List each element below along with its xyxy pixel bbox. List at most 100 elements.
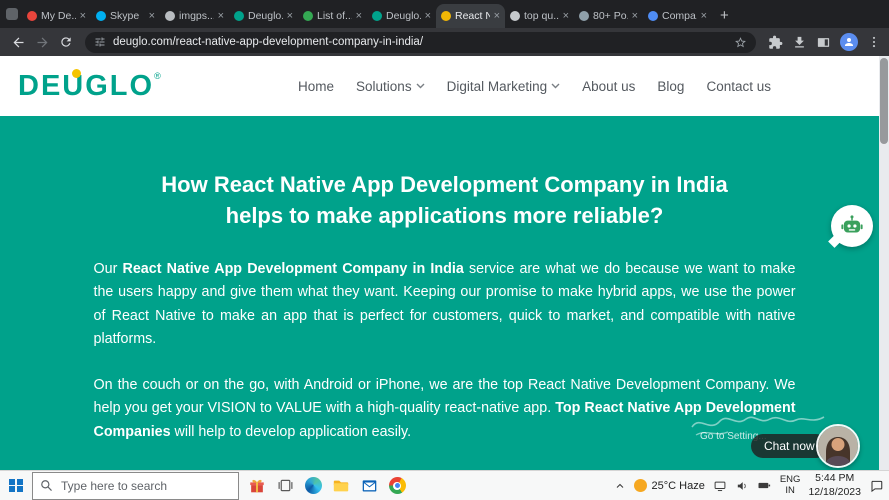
tab-my-de[interactable]: My De... × bbox=[22, 4, 91, 28]
page-scrollbar[interactable] bbox=[879, 56, 889, 470]
nav-item-blog[interactable]: Blog bbox=[657, 79, 684, 94]
tab-imgps[interactable]: imgps... × bbox=[160, 4, 229, 28]
weather-widget[interactable]: 25°C Haze bbox=[633, 479, 705, 492]
tab-favicon bbox=[510, 11, 520, 21]
close-icon[interactable]: × bbox=[356, 10, 362, 22]
scrollbar-thumb[interactable] bbox=[880, 58, 888, 144]
back-icon[interactable] bbox=[8, 32, 28, 52]
windows-taskbar: 25°C Haze ENG IN 5:44 PM 12/18/2023 bbox=[0, 470, 889, 500]
tab-favicon bbox=[372, 11, 382, 21]
deuglo-logo[interactable]: DEUGLO® bbox=[18, 68, 163, 101]
forward-icon[interactable] bbox=[32, 32, 52, 52]
gift-app-icon[interactable] bbox=[246, 475, 268, 497]
close-icon[interactable]: × bbox=[563, 10, 569, 22]
system-tray: 25°C Haze ENG IN 5:44 PM 12/18/2023 bbox=[614, 472, 889, 498]
date-text: 12/18/2023 bbox=[808, 485, 861, 498]
mail-app-icon[interactable] bbox=[358, 475, 380, 497]
menu-kebab-icon[interactable] bbox=[867, 35, 881, 49]
toolbar-actions bbox=[765, 33, 881, 51]
tab-deuglo-1[interactable]: Deuglo... × bbox=[229, 4, 298, 28]
edge-browser-icon[interactable] bbox=[302, 475, 324, 497]
start-button[interactable] bbox=[0, 471, 32, 500]
tab-80-po[interactable]: 80+ Po... × bbox=[574, 4, 643, 28]
refresh-icon[interactable] bbox=[56, 32, 76, 52]
paragraph-text: will help to develop application easily. bbox=[170, 423, 412, 440]
language-line1: ENG bbox=[779, 473, 801, 485]
close-icon[interactable]: × bbox=[80, 10, 86, 22]
nav-label: Blog bbox=[657, 78, 685, 94]
nav-item-solutions[interactable]: Solutions bbox=[356, 79, 425, 94]
site-controls-icon[interactable] bbox=[94, 36, 106, 48]
url-text[interactable]: deuglo.com/react-native-app-development-… bbox=[113, 36, 727, 48]
taskbar-search[interactable] bbox=[32, 471, 239, 500]
site-header: DEUGLO® Home Solutions Digital Marketing… bbox=[0, 56, 889, 116]
side-panel-icon[interactable] bbox=[816, 35, 831, 50]
paragraph-2: On the couch or on the go, with Android … bbox=[94, 374, 796, 444]
nav-item-home[interactable]: Home bbox=[298, 79, 334, 94]
extensions-puzzle-icon[interactable] bbox=[768, 35, 783, 50]
paragraph-bold-text: React Native App Development Company in … bbox=[122, 261, 464, 277]
language-line2: IN bbox=[785, 484, 795, 496]
address-bar[interactable]: deuglo.com/react-native-app-development-… bbox=[85, 31, 756, 53]
tab-label: List of... bbox=[317, 10, 352, 22]
browser-tab-strip: My De... × Skype × imgps... × Deuglo... … bbox=[0, 0, 889, 28]
task-view-icon[interactable] bbox=[274, 475, 296, 497]
new-tab-button[interactable]: + bbox=[720, 8, 729, 23]
chatbot-launcher-button[interactable] bbox=[831, 205, 873, 247]
page-title-line2: helps to make applications more reliable… bbox=[225, 203, 664, 228]
tab-react-native-active[interactable]: React N... × bbox=[436, 4, 505, 28]
action-center-icon[interactable] bbox=[869, 478, 884, 493]
tab-skype[interactable]: Skype × bbox=[91, 4, 160, 28]
display-icon[interactable] bbox=[713, 479, 727, 493]
nav-item-about-us[interactable]: About us bbox=[582, 79, 635, 94]
tab-deuglo-2[interactable]: Deuglo... × bbox=[367, 4, 436, 28]
tab-label: 80+ Po... bbox=[593, 10, 628, 22]
taskbar-pinned-apps bbox=[246, 475, 408, 497]
close-icon[interactable]: × bbox=[218, 10, 224, 22]
taskbar-clock[interactable]: 5:44 PM 12/18/2023 bbox=[808, 472, 861, 498]
bookmark-star-icon[interactable] bbox=[734, 36, 747, 49]
nav-label: Home bbox=[298, 78, 335, 94]
tab-favicon bbox=[648, 11, 658, 21]
nav-label: Digital Marketing bbox=[446, 78, 548, 94]
browser-toolbar: deuglo.com/react-native-app-development-… bbox=[0, 28, 889, 56]
screen: My De... × Skype × imgps... × Deuglo... … bbox=[0, 0, 889, 500]
tab-label: top qu... bbox=[524, 10, 559, 22]
tab-compa[interactable]: Compa... × bbox=[643, 4, 712, 28]
language-indicator[interactable]: ENG IN bbox=[779, 473, 801, 497]
tab-label: React N... bbox=[455, 10, 490, 22]
close-icon[interactable]: × bbox=[149, 10, 155, 22]
chevron-up-icon[interactable] bbox=[614, 480, 626, 492]
nav-label: Solutions bbox=[356, 78, 412, 94]
battery-icon[interactable] bbox=[757, 478, 772, 493]
close-icon[interactable]: × bbox=[494, 10, 500, 22]
chevron-down-icon bbox=[416, 83, 425, 89]
volume-icon[interactable] bbox=[735, 479, 749, 493]
page-title-line1: How React Native App Development Company… bbox=[161, 172, 728, 197]
chat-agent-avatar[interactable] bbox=[816, 424, 860, 468]
tab-label: imgps... bbox=[179, 10, 214, 22]
close-icon[interactable]: × bbox=[287, 10, 293, 22]
chrome-browser-icon[interactable] bbox=[386, 475, 408, 497]
close-icon[interactable]: × bbox=[701, 10, 707, 22]
tab-favicon bbox=[441, 11, 451, 21]
search-icon bbox=[40, 479, 53, 492]
nav-item-digital-marketing[interactable]: Digital Marketing bbox=[447, 79, 561, 94]
file-explorer-icon[interactable] bbox=[330, 475, 352, 497]
tab-favicon bbox=[303, 11, 313, 21]
nav-label: About us bbox=[582, 78, 636, 94]
close-icon[interactable]: × bbox=[425, 10, 431, 22]
main-navigation: Home Solutions Digital Marketing About u… bbox=[298, 79, 771, 94]
tab-list-of[interactable]: List of... × bbox=[298, 4, 367, 28]
tab-label: Skype bbox=[110, 10, 140, 22]
download-icon[interactable] bbox=[792, 35, 807, 50]
tab-favicon bbox=[165, 11, 175, 21]
tab-favicon bbox=[579, 11, 589, 21]
close-icon[interactable]: × bbox=[632, 10, 638, 22]
paragraph-1: Our React Native App Development Company… bbox=[94, 258, 796, 351]
tab-top-qu[interactable]: top qu... × bbox=[505, 4, 574, 28]
search-input[interactable] bbox=[59, 477, 231, 494]
nav-item-contact-us[interactable]: Contact us bbox=[706, 79, 771, 94]
profile-avatar[interactable] bbox=[840, 33, 858, 51]
nav-label: Contact us bbox=[706, 78, 771, 94]
